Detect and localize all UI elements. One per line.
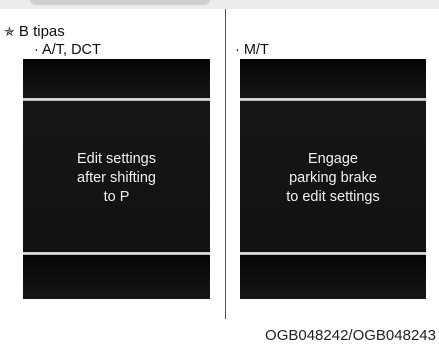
screen-top-band: [23, 59, 210, 98]
variant-note-text: B tipas: [18, 23, 65, 40]
message-line: Engage: [308, 151, 358, 167]
cluster-screen-mt: Engage parking brake to edit settings: [240, 59, 426, 299]
message-line: after shifting: [77, 170, 156, 186]
screen-top-line: [23, 98, 210, 101]
star-icon: ✯: [4, 24, 15, 39]
screen-message: Engage parking brake to edit settings: [240, 150, 426, 207]
variant-note: ✯ B tipas: [4, 23, 65, 40]
screen-top-band: [240, 59, 426, 98]
cropped-header-strip: [0, 0, 439, 9]
cluster-screen-at-dct: Edit settings after shifting to P: [23, 59, 210, 299]
panel-label-at-dct: · A/T, DCT: [34, 42, 101, 58]
screen-top-line: [240, 98, 426, 101]
message-line: parking brake: [289, 170, 377, 186]
message-line: to edit settings: [286, 189, 380, 205]
message-line: to P: [103, 189, 130, 205]
screen-message: Edit settings after shifting to P: [23, 150, 210, 207]
figure-code: OGB048242/OGB048243: [265, 327, 436, 344]
panel-label-mt: · M/T: [235, 42, 269, 58]
screen-bottom-band: [240, 255, 426, 299]
message-line: Edit settings: [77, 151, 156, 167]
screen-bottom-band: [23, 255, 210, 299]
column-divider: [225, 9, 226, 319]
